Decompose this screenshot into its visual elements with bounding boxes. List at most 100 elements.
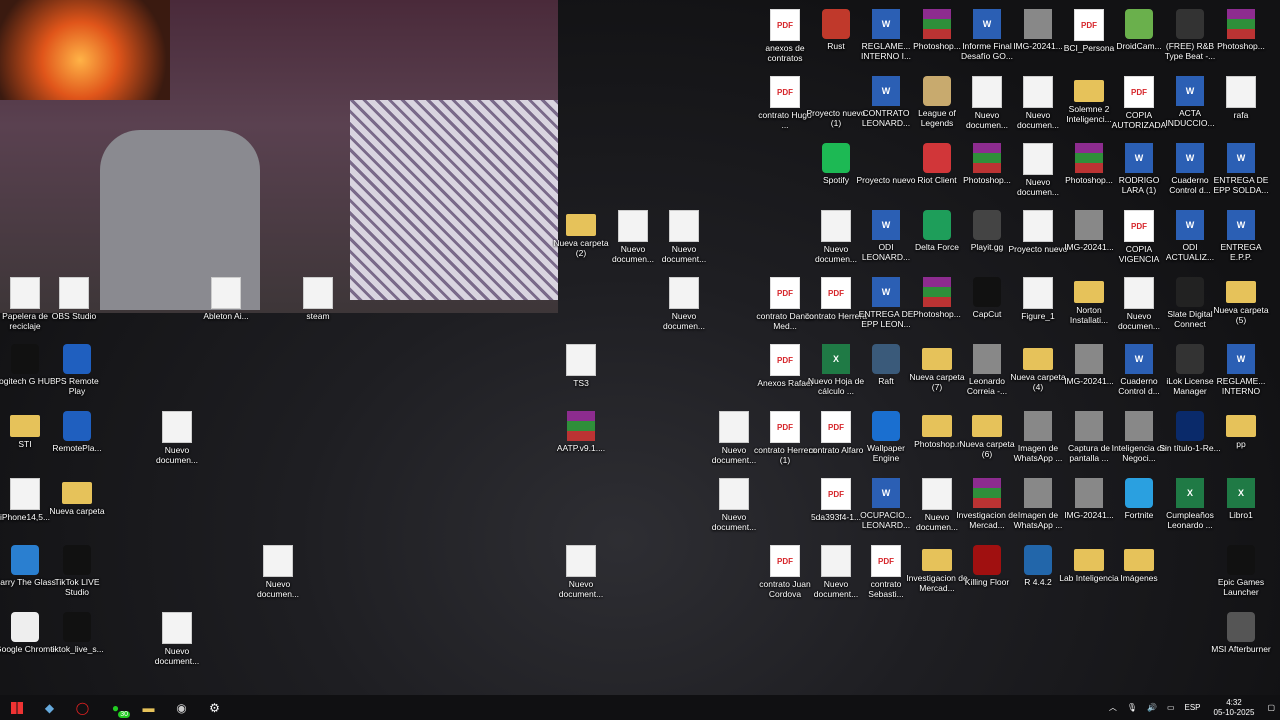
copilot-button[interactable]: ◆ <box>33 695 66 720</box>
rar-file-icon <box>973 143 1001 173</box>
desktop-icon[interactable]: Nuevo document... <box>550 541 612 611</box>
folder-icon: ▬ <box>142 700 155 715</box>
desktop-icon-label: AATP.v9.1.... <box>556 443 606 453</box>
folder-file-icon <box>1226 415 1256 437</box>
windows-icon <box>10 701 23 714</box>
desktop-icon[interactable]: RemotePla... <box>46 407 108 477</box>
clock[interactable]: 4:32 05-10-2025 <box>1214 698 1255 718</box>
desktop-icon-label: Nuevo document... <box>154 646 200 666</box>
desktop-icon[interactable]: Epic Games Launcher <box>1210 541 1272 611</box>
app-file-icon <box>63 344 91 374</box>
microphone-icon[interactable]: 🎙 <box>1127 703 1137 712</box>
app-file-icon <box>923 76 951 106</box>
desktop-icon-label: steam <box>306 311 330 321</box>
desktop-icon[interactable]: W ENTREGA E.P.P. <box>1210 206 1272 276</box>
app-file-icon <box>923 143 951 173</box>
speaker-icon[interactable]: 🔊 <box>1147 703 1157 712</box>
file-file-icon <box>59 277 89 309</box>
desktop-icon[interactable]: W ENTREGA DE EPP SOLDA... <box>1210 139 1272 209</box>
desktop-icon[interactable]: W REGLAME... INTERNO <box>1210 340 1272 410</box>
word-file-icon: W <box>1176 143 1204 173</box>
desktop-icon-label: Ableton Ai... <box>203 311 249 321</box>
start-button[interactable] <box>0 695 33 720</box>
clock-time: 4:32 <box>1226 697 1242 707</box>
desktop-icon[interactable]: tiktok_live_s... <box>46 608 108 678</box>
opera-button[interactable]: ◯ <box>66 695 99 720</box>
app-file-icon <box>1024 545 1052 575</box>
desktop-icon-label: Nuevo documen... <box>662 311 706 331</box>
whatsapp-button[interactable]: ● 30 <box>99 695 132 720</box>
app-file-icon <box>11 612 39 642</box>
app-file-icon <box>1176 9 1204 39</box>
desktop-icon[interactable]: AATP.v9.1.... <box>550 407 612 477</box>
app-file-icon <box>822 143 850 173</box>
pdf-file-icon: PDF <box>821 411 851 443</box>
language-indicator[interactable]: ESP <box>1185 703 1201 712</box>
rar-file-icon <box>973 478 1001 508</box>
img-file-icon <box>973 344 1001 374</box>
desktop-icon[interactable]: X Libro1 <box>1210 474 1272 544</box>
app-file-icon <box>1125 478 1153 508</box>
desktop-icon[interactable]: Nuevo document... <box>653 206 715 276</box>
pdf-file-icon: PDF <box>770 76 800 108</box>
app-file-icon <box>973 277 1001 307</box>
word-file-icon: W <box>872 76 900 106</box>
desktop-icon[interactable]: Nuevo documen... <box>146 407 208 477</box>
file-file-icon <box>719 478 749 510</box>
notification-icon[interactable]: ▢ <box>1267 703 1275 712</box>
desktop-icon-label: pp <box>1236 439 1246 449</box>
desktop-icon[interactable]: PS Remote Play <box>46 340 108 410</box>
rar-file-icon <box>923 277 951 307</box>
desktop-icon[interactable]: OBS Studio <box>43 273 105 343</box>
desktop-icon[interactable]: pp <box>1210 407 1272 477</box>
desktop-icon[interactable]: Imágenes <box>1108 541 1170 611</box>
desktop-icon[interactable]: Nueva carpeta <box>46 474 108 544</box>
desktop-icon-label: PS Remote Play <box>55 376 99 396</box>
pdf-file-icon: PDF <box>770 9 800 41</box>
whatsapp-badge: 30 <box>118 711 130 718</box>
network-icon[interactable]: ▭ <box>1167 703 1175 712</box>
desktop-icon[interactable]: MSI Afterburner <box>1210 608 1272 678</box>
img-file-icon <box>1075 344 1103 374</box>
recording-app-button[interactable]: ◉ <box>165 695 198 720</box>
desktop-icon-label: Nuevo documen... <box>256 579 300 599</box>
file-file-icon <box>162 612 192 644</box>
desktop-icon[interactable]: Nuevo documen... <box>653 273 715 343</box>
file-file-icon <box>669 277 699 309</box>
app-file-icon <box>11 344 39 374</box>
desktop-icon[interactable]: steam <box>287 273 349 343</box>
desktop-icon[interactable]: Nuevo document... <box>703 474 765 544</box>
pdf-file-icon: PDF <box>770 411 800 443</box>
file-file-icon <box>303 277 333 309</box>
folder-file-icon <box>922 549 952 571</box>
desktop-icon[interactable]: Photoshop... <box>1210 5 1272 75</box>
word-file-icon: W <box>1227 344 1255 374</box>
chevron-up-icon[interactable]: ︿ <box>1109 702 1117 713</box>
file-file-icon <box>566 344 596 376</box>
img-file-icon <box>1024 478 1052 508</box>
file-file-icon <box>1023 277 1053 309</box>
desktop-icon[interactable]: Ableton Ai... <box>195 273 257 343</box>
settings-button[interactable]: ⚙ <box>198 695 231 720</box>
desktop-icon[interactable]: rafa <box>1210 72 1272 142</box>
folder-file-icon <box>1124 549 1154 571</box>
desktop-icon[interactable]: Nuevo documen... <box>247 541 309 611</box>
desktop-icon[interactable]: TS3 <box>550 340 612 410</box>
app-file-icon <box>1125 9 1153 39</box>
file-file-icon <box>1226 76 1256 108</box>
file-file-icon <box>922 478 952 510</box>
file-file-icon <box>10 478 40 510</box>
app-file-icon <box>63 411 91 441</box>
word-file-icon: W <box>1125 143 1153 173</box>
word-file-icon: W <box>872 277 900 307</box>
file-file-icon <box>162 411 192 443</box>
file-file-icon <box>211 277 241 309</box>
desktop-icon[interactable]: TikTok LIVE Studio <box>46 541 108 611</box>
desktop-icon-label: Nuevo document... <box>558 579 604 599</box>
file-explorer-button[interactable]: ▬ <box>132 695 165 720</box>
desktop-icon[interactable]: Nuevo document... <box>146 608 208 678</box>
webcam-overlay-video <box>0 0 558 313</box>
desktop-icon-label: Nueva carpeta <box>49 506 105 516</box>
desktop-icon[interactable]: Nueva carpeta (5) <box>1210 273 1272 343</box>
folder-file-icon <box>62 482 92 504</box>
